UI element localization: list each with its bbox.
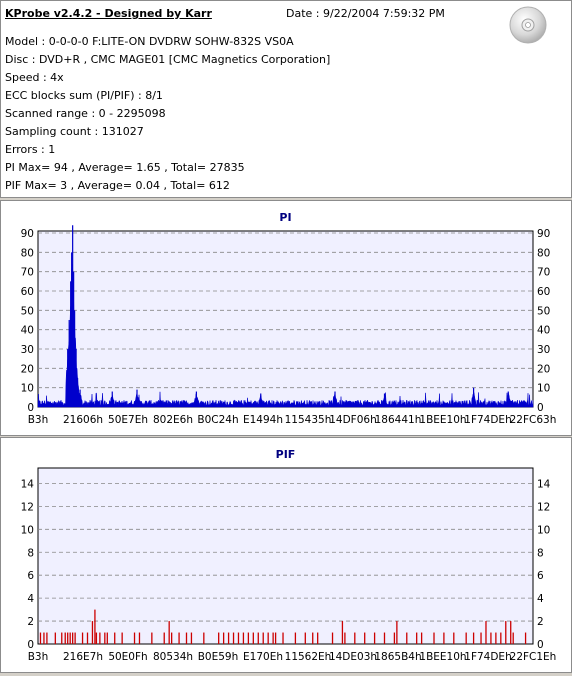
y-tick-label-left: 40 xyxy=(21,325,34,337)
y-tick-label-right: 90 xyxy=(537,228,550,240)
x-tick-label: E170Eh xyxy=(243,651,283,663)
y-tick-label-left: 50 xyxy=(21,305,34,317)
y-tick-label-right: 60 xyxy=(537,286,550,298)
x-tick-label: 22FC1Eh xyxy=(510,651,557,663)
y-tick-label-right: 50 xyxy=(537,305,550,317)
y-tick-label-right: 4 xyxy=(537,593,544,605)
x-tick-label: E1494h xyxy=(243,414,283,426)
x-tick-label: 802E6h xyxy=(153,414,193,426)
y-tick-label-right: 2 xyxy=(537,616,544,628)
x-tick-label: 1F74DEh xyxy=(464,414,511,426)
x-tick-label: 14DF06h xyxy=(329,414,377,426)
y-tick-label-right: 14 xyxy=(537,478,551,490)
x-tick-label: B3h xyxy=(28,414,49,426)
chart-title: PIF xyxy=(276,448,296,461)
y-tick-label-right: 8 xyxy=(537,547,544,559)
x-tick-label: B3h xyxy=(28,651,49,663)
y-tick-label-left: 30 xyxy=(21,344,34,356)
x-tick-label: 14DE03h xyxy=(329,651,377,663)
x-tick-label: 1BEE10h xyxy=(419,414,466,426)
x-tick-label: 80534h xyxy=(153,651,193,663)
app-title: KProbe v2.4.2 - Designed by Karr xyxy=(5,7,212,20)
y-tick-label-right: 20 xyxy=(537,363,550,375)
x-tick-label: 1BEE10h xyxy=(419,651,466,663)
y-tick-label-left: 10 xyxy=(21,383,34,395)
y-tick-label-left: 14 xyxy=(21,478,35,490)
y-tick-label-left: 6 xyxy=(27,570,34,582)
y-tick-label-left: 4 xyxy=(27,593,34,605)
y-tick-label-right: 0 xyxy=(537,639,544,651)
y-tick-label-left: 8 xyxy=(27,547,34,559)
x-tick-label: 22FC63h xyxy=(510,414,557,426)
x-tick-label: 21606h xyxy=(63,414,103,426)
x-tick-label: 50E7Eh xyxy=(108,414,148,426)
y-tick-label-right: 10 xyxy=(537,524,550,536)
pif-chart: PIF 0 0 2 2 4 4 6 6 8 8 10 10 12 12 14 14 B3h 216E7h 50E0Fh… xyxy=(21,448,557,663)
disc-line: Disc : DVD+R , CMC MAGE01 [CMC Magnetics… xyxy=(5,53,331,66)
x-tick-label: 186441h xyxy=(375,414,422,426)
x-tick-label: 1F74DEh xyxy=(464,651,511,663)
x-tick-label: 11562Eh xyxy=(285,651,332,663)
y-tick-label-left: 2 xyxy=(27,616,34,628)
x-tick-label: 115435h xyxy=(285,414,332,426)
speed-line: Speed : 4x xyxy=(5,71,64,84)
y-tick-label-right: 6 xyxy=(537,570,544,582)
ecc-line: ECC blocks sum (PI/PIF) : 8/1 xyxy=(5,89,163,102)
y-tick-label-left: 60 xyxy=(21,286,34,298)
pif-stats-line: PIF Max= 3 , Average= 0.04 , Total= 612 xyxy=(5,179,230,192)
y-tick-label-right: 0 xyxy=(537,402,544,414)
chart-title: PI xyxy=(279,211,291,224)
x-tick-label: 50E0Fh xyxy=(108,651,147,663)
range-line: Scanned range : 0 - 2295098 xyxy=(5,107,166,120)
pi-chart: PI 0 0 10 10 20 20 30 30 40 40 50 50 60 60 70 70 80 80 90 90… xyxy=(21,211,557,426)
x-tick-label: 216E7h xyxy=(63,651,103,663)
x-tick-label: B0E59h xyxy=(198,651,239,663)
errors-line: Errors : 1 xyxy=(5,143,56,156)
plot-area xyxy=(37,230,534,408)
y-tick-label-right: 30 xyxy=(537,344,550,356)
y-tick-label-right: 80 xyxy=(537,247,550,259)
cd-disc-icon xyxy=(509,6,547,44)
plot-area xyxy=(37,467,534,645)
y-tick-label-right: 40 xyxy=(537,325,550,337)
x-tick-label: 1865B4h xyxy=(374,651,421,663)
y-tick-label-left: 80 xyxy=(21,247,34,259)
x-tick-label: B0C24h xyxy=(197,414,238,426)
info-panel: KProbe v2.4.2 - Designed by Karr Date : … xyxy=(0,0,572,198)
sampling-line: Sampling count : 131027 xyxy=(5,125,144,138)
y-tick-label-right: 12 xyxy=(537,501,550,513)
y-tick-label-left: 12 xyxy=(21,501,34,513)
model-line: Model : 0-0-0-0 F:LITE-ON DVDRW SOHW-832… xyxy=(5,35,294,48)
pi-chart-panel: PI 0 0 10 10 20 20 30 30 40 40 50 50 60 60 70 70 80 80 90 90… xyxy=(0,200,572,436)
y-tick-label-left: 10 xyxy=(21,524,34,536)
scan-date: Date : 9/22/2004 7:59:32 PM xyxy=(286,7,445,20)
pi-stats-line: PI Max= 94 , Average= 1.65 , Total= 2783… xyxy=(5,161,245,174)
y-tick-label-left: 90 xyxy=(21,228,34,240)
y-tick-label-right: 10 xyxy=(537,383,550,395)
y-tick-label-left: 0 xyxy=(27,402,34,414)
y-tick-label-left: 0 xyxy=(27,639,34,651)
y-tick-label-left: 70 xyxy=(21,267,34,279)
y-tick-label-left: 20 xyxy=(21,363,34,375)
pif-chart-panel: PIF 0 0 2 2 4 4 6 6 8 8 10 10 12 12 14 14 B3h 216E7h 50E0Fh… xyxy=(0,437,572,673)
y-tick-label-right: 70 xyxy=(537,267,550,279)
